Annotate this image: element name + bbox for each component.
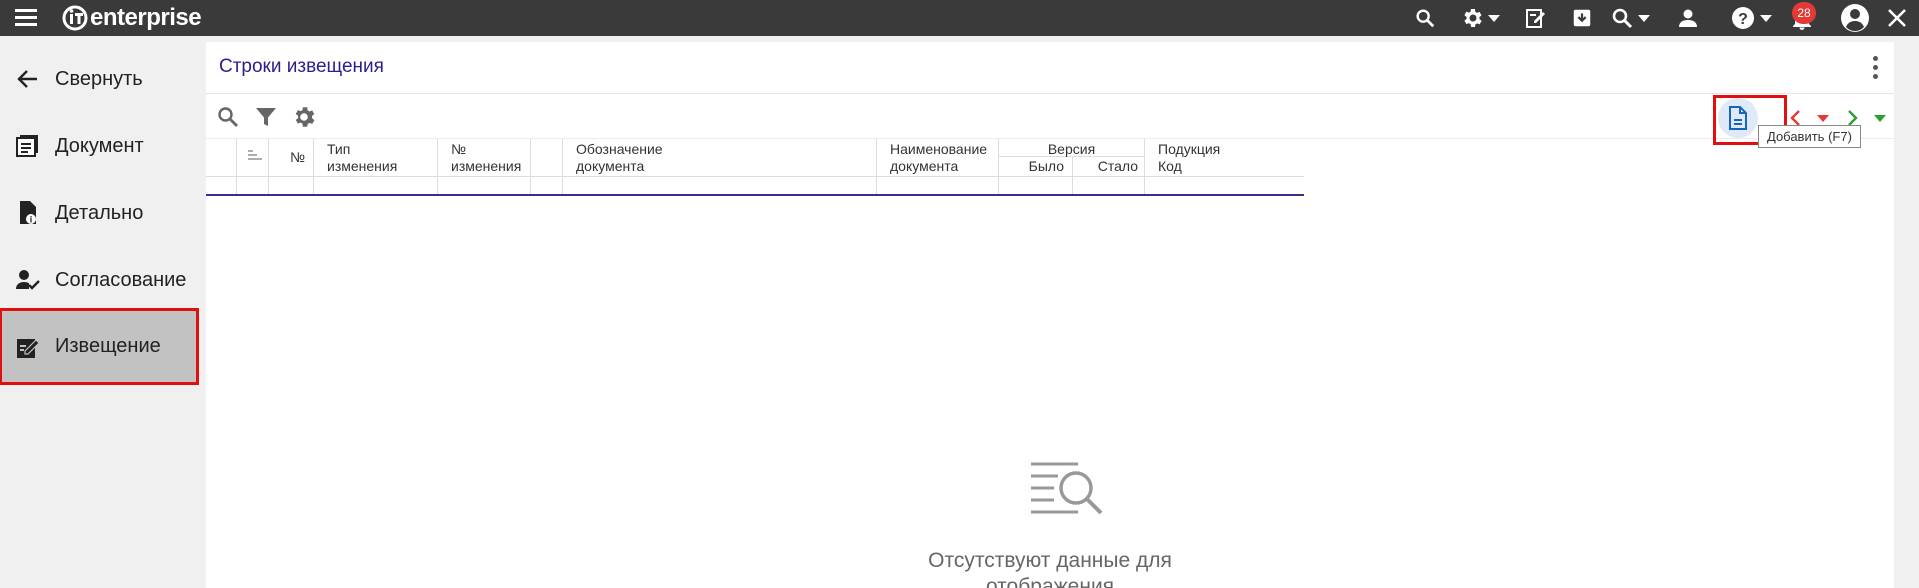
column-header-label: Версия [1047,141,1096,157]
column-header-label: Было [1028,158,1064,174]
user-icon[interactable] [1676,6,1700,30]
column-header-change-type[interactable]: Тип изменения [314,139,438,176]
column-header-empty[interactable] [531,139,563,176]
account-icon[interactable] [1840,3,1870,33]
add-tooltip: Добавить (F7) [1758,125,1861,148]
table-cell [877,177,999,194]
select-column[interactable] [206,139,237,176]
column-header-label: изменения [327,158,398,174]
column-header-label: № [290,149,306,165]
arrow-left-icon [14,65,42,93]
column-header-label: изменения [451,158,522,174]
column-header-version[interactable]: Версия [999,139,1145,157]
table-cell [1073,177,1145,194]
empty-state-text: Отсутствуют данные для отображения [206,548,1894,588]
gear-icon[interactable] [289,102,319,132]
main-panel: Строки извещения Добавить (F7) № Тип изм… [206,42,1894,588]
chevron-down-icon [1760,14,1772,22]
user-check-icon [14,266,42,294]
table-cell [269,177,314,194]
edit-notice-icon [14,333,42,361]
logo-text: enterprise [90,4,202,31]
table-cell [237,177,269,194]
column-header-label: Подукция [1158,141,1221,157]
chevron-down-icon [1488,14,1500,22]
sidebar-item-label: Детально [55,201,144,224]
top-bar: enterprise ? 28 [0,0,1919,36]
gear-icon [1464,9,1482,27]
more-options-icon[interactable] [1870,56,1880,82]
sidebar-item-notice[interactable]: Извещение [0,308,199,385]
column-header-was[interactable]: Было [999,157,1073,176]
next-menu-chevron-down-icon[interactable] [1870,107,1890,129]
document-list-icon [14,132,42,160]
search-options-icon [1612,8,1633,29]
column-header-label: Стало [1097,158,1138,174]
column-header-became[interactable]: Стало [1073,157,1145,176]
column-header-doc-designation[interactable]: Обозначение документа [563,139,877,176]
empty-state-line: Отсутствуют данные для [928,549,1172,572]
edit-document-icon[interactable] [1524,6,1548,30]
table-cell [531,177,563,194]
search-icon[interactable] [1414,6,1436,30]
column-header-label: № [451,141,467,157]
notice-lines-table: № Тип изменения № изменения Обозначение … [206,139,1304,196]
sidebar: Свернуть Документ i Детально Согласовани… [0,36,206,588]
search-options-menu[interactable] [1610,6,1650,30]
column-header-doc-name[interactable]: Наименование документа [877,139,999,176]
sidebar-item-approval[interactable]: Согласование [0,247,198,313]
sidebar-item-collapse[interactable]: Свернуть [0,46,198,112]
sidebar-item-document[interactable]: Документ [0,113,198,179]
table-cell [314,177,438,194]
no-data-search-icon [1031,462,1103,515]
archive-icon[interactable] [1571,6,1593,30]
menu-icon[interactable] [14,7,40,29]
table-cell [999,177,1073,194]
svg-text:?: ? [1738,11,1748,28]
table-cell [438,177,531,194]
sidebar-item-label: Документ [55,134,144,157]
column-header-label: Наименование [890,141,988,157]
chevron-down-icon [1638,14,1650,22]
notification-badge[interactable]: 28 [1792,2,1816,24]
help-icon: ? [1732,7,1754,29]
table-toolbar: Добавить (F7) [206,95,1894,148]
svg-text:i: i [30,215,33,225]
app-logo[interactable]: enterprise [62,2,202,34]
sort-icon[interactable] [237,139,269,176]
sidebar-item-detail[interactable]: i Детально [0,180,198,246]
help-menu[interactable]: ? [1730,6,1772,30]
filter-icon[interactable] [251,102,281,132]
column-header-label: документа [576,158,645,174]
document-info-icon: i [14,199,42,227]
new-document-icon [1729,106,1747,130]
column-header-label: Тип [327,141,351,157]
column-header-label: Код [1158,158,1182,174]
column-header-label: документа [890,158,959,174]
table-cell [206,177,237,194]
page-title: Строки извещения [219,56,384,77]
close-icon[interactable] [1887,6,1907,30]
settings-menu[interactable] [1460,6,1500,30]
column-header-change-number[interactable]: № изменения [438,139,531,176]
sidebar-item-label: Свернуть [55,67,143,90]
column-header-number[interactable]: № [269,139,314,176]
add-button[interactable] [1718,98,1758,138]
panel-header: Строки извещения [206,42,1894,94]
column-header-label: Обозначение [576,141,663,157]
sidebar-item-label: Извещение [55,335,161,357]
table-cell [563,177,877,194]
column-header-subproduct[interactable]: Подукция Код [1145,139,1304,176]
sidebar-item-label: Согласование [55,268,187,291]
empty-state-line: отображения [985,575,1115,588]
logo-icon [62,5,88,31]
search-icon[interactable] [213,102,243,132]
